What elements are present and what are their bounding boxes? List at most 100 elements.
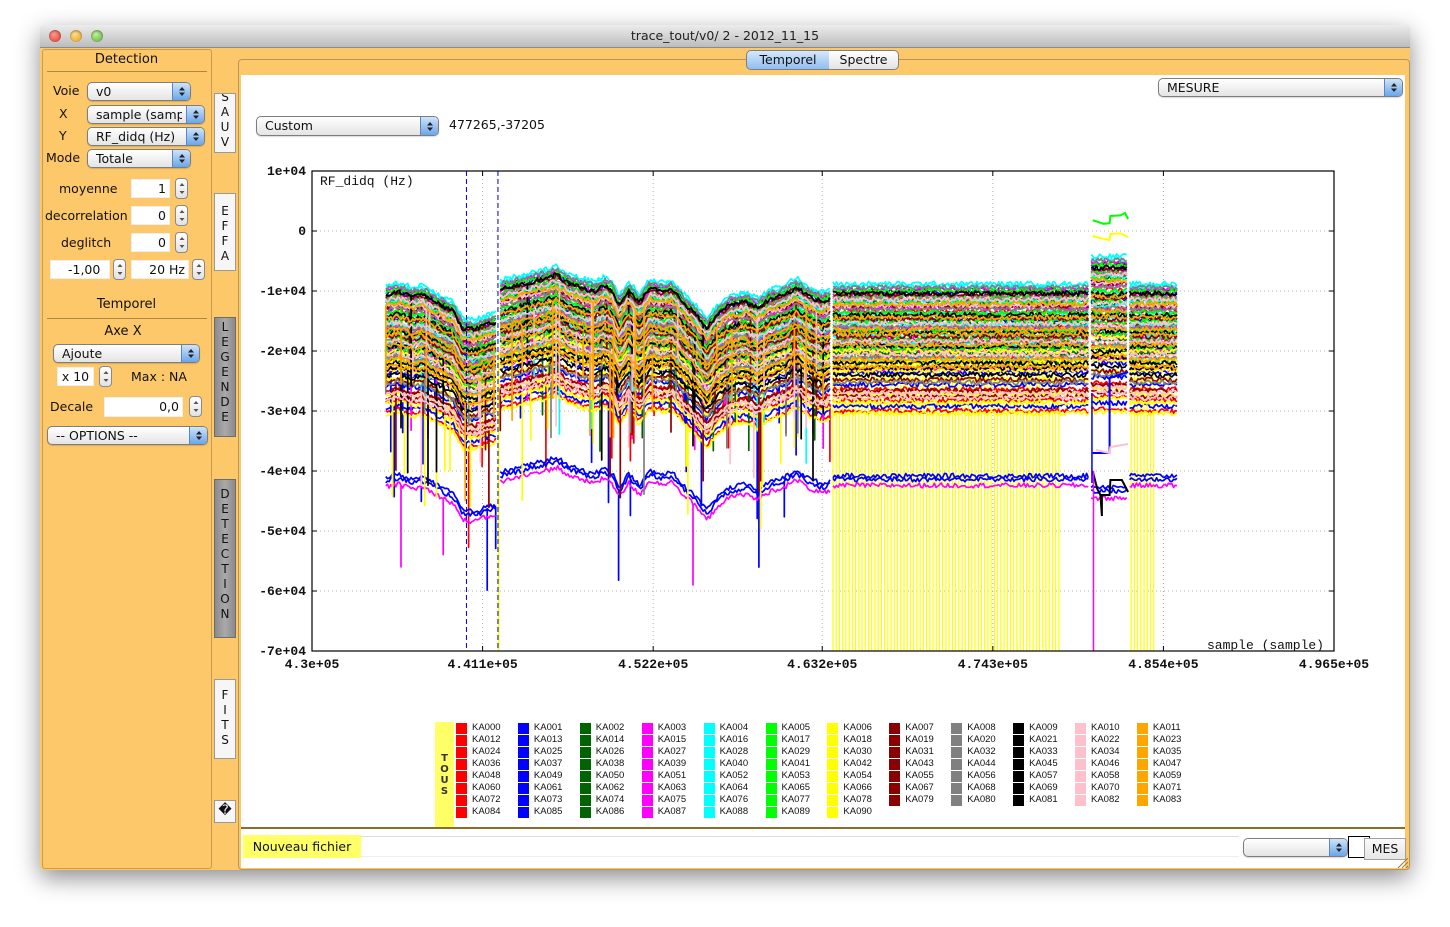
legend-label: KA013 — [533, 734, 563, 745]
legend-label: KA029 — [781, 746, 811, 757]
side-tab-legende[interactable]: LEGENDE — [214, 317, 236, 437]
options-select[interactable]: -- OPTIONS -- — [47, 426, 208, 445]
side-tab-label: FITS — [221, 688, 229, 747]
legend-swatch — [1136, 723, 1148, 734]
legend-swatch — [456, 735, 467, 746]
series-line-ka087 — [1090, 495, 1128, 502]
legend-swatch — [703, 795, 715, 806]
x-axis-select[interactable]: sample (sample) — [87, 105, 205, 124]
legend-swatch — [517, 807, 529, 818]
legend-label: KA007 — [905, 722, 934, 733]
tab-spectre[interactable]: Spectre — [829, 50, 899, 70]
mode-label: Mode — [46, 150, 81, 165]
legend-label: KA015 — [657, 734, 687, 745]
legend-swatch — [951, 735, 963, 746]
legend-label: KA033 — [1029, 746, 1058, 757]
legend-swatch — [579, 723, 591, 734]
decorrelation-stepper[interactable] — [175, 205, 188, 226]
zoom-window-icon[interactable] — [91, 30, 103, 42]
axe-x-title: Axe X — [104, 324, 142, 339]
multiplier-stepper[interactable] — [99, 366, 112, 387]
legend-swatch — [517, 759, 529, 770]
bottom-select[interactable] — [1243, 838, 1348, 857]
legend-label: KA053 — [781, 770, 811, 781]
legend-label: KA038 — [595, 758, 625, 769]
y-tick-label: -5e+04 — [259, 524, 306, 539]
legend-swatch — [641, 723, 653, 734]
y-label: Y — [59, 128, 67, 143]
frequency-stepper[interactable] — [192, 259, 205, 280]
legend-swatch — [765, 735, 777, 746]
deglitch-stepper[interactable] — [175, 232, 188, 253]
legend-swatch — [889, 735, 901, 746]
axe-x-mode-value: Ajoute — [62, 346, 103, 361]
plot-area[interactable]: RF_didq (Hz) sample (sample) 1e+04 0 -1e+0… — [245, 160, 1395, 680]
side-tab-help[interactable]: � — [214, 800, 236, 823]
legend-swatch — [641, 735, 653, 746]
frequency-input[interactable]: 20 Hz — [131, 260, 189, 279]
multiplier-input[interactable]: x 10 — [57, 367, 94, 386]
side-tab-fits[interactable]: FITS — [214, 679, 236, 759]
legend-swatch — [579, 735, 591, 746]
legend-item-ka086[interactable]: KA086 — [579, 806, 640, 819]
series-line-ka085 — [385, 476, 497, 591]
legend-item-ka083[interactable]: KA083 — [1136, 794, 1197, 807]
legend-swatch — [456, 723, 467, 734]
legend-item-ka090[interactable]: KA090 — [827, 806, 887, 819]
axe-x-mode-select[interactable]: Ajoute — [53, 344, 200, 363]
legend-swatch — [1013, 735, 1025, 746]
mode-select[interactable]: Totale — [87, 149, 191, 168]
max-text: Max : NA — [131, 369, 187, 384]
preset-select[interactable]: Custom — [256, 116, 439, 136]
threshold-stepper[interactable] — [113, 259, 126, 280]
legend-select-all[interactable]: TOUS — [435, 722, 454, 828]
legend-swatch — [1075, 771, 1086, 782]
legend-item-ka089[interactable]: KA089 — [765, 806, 826, 819]
tab-temporel[interactable]: Temporel — [746, 50, 830, 70]
legend-item-ka085[interactable]: KA085 — [517, 806, 578, 819]
deglitch-input[interactable]: 0 — [131, 233, 170, 252]
legend-label: KA018 — [843, 734, 872, 745]
legend-item-ka079[interactable]: KA079 — [889, 794, 949, 807]
minimize-window-icon[interactable] — [70, 30, 82, 42]
legend: KA000 KA012 KA024 KA036 KA048 KA060 KA072 KA084… — [456, 722, 1197, 823]
voie-select[interactable]: v0 — [87, 82, 191, 101]
legend-label: KA032 — [967, 746, 996, 757]
mode-select-value: Totale — [96, 151, 133, 166]
legend-label: KA080 — [967, 794, 996, 805]
legend-swatch — [889, 771, 901, 782]
legend-swatch — [641, 771, 653, 782]
side-tab-detection[interactable]: DETECTION — [214, 479, 236, 638]
x-axis-select-value: sample (sample) — [96, 107, 182, 122]
resize-grip-icon[interactable] — [1396, 858, 1408, 868]
legend-swatch — [579, 771, 591, 782]
side-tab-sauv[interactable]: SAUV — [214, 93, 236, 153]
moyenne-input[interactable]: 1 — [131, 179, 170, 198]
legend-swatch — [703, 783, 715, 794]
legend-item-ka082[interactable]: KA082 — [1075, 794, 1135, 807]
legend-item-ka080[interactable]: KA080 — [951, 794, 1011, 807]
filename-input[interactable] — [361, 836, 1239, 857]
decale-stepper[interactable] — [189, 396, 202, 417]
y-tick-label: -4e+04 — [259, 464, 306, 479]
preset-select-value: Custom — [265, 118, 313, 133]
legend-item-ka087[interactable]: KA087 — [641, 806, 702, 819]
legend-item-ka088[interactable]: KA088 — [703, 806, 764, 819]
legend-item-ka081[interactable]: KA081 — [1013, 794, 1073, 807]
moyenne-label: moyenne — [59, 181, 118, 196]
moyenne-stepper[interactable] — [175, 178, 188, 199]
decorrelation-label: decorrelation — [45, 208, 128, 223]
mesure-select[interactable]: MESURE — [1158, 78, 1403, 97]
threshold-input[interactable]: -1,00 — [50, 260, 110, 279]
decorrelation-input[interactable]: 0 — [131, 206, 170, 225]
close-window-icon[interactable] — [49, 30, 61, 42]
legend-item-ka084[interactable]: KA084 — [456, 806, 516, 819]
side-tab-effa[interactable]: EFFA — [214, 193, 236, 271]
special-trace — [1092, 211, 1129, 225]
mes-button[interactable]: MES — [1364, 838, 1406, 860]
decale-input[interactable]: 0,0 — [104, 397, 183, 417]
y-axis-select[interactable]: RF_didq (Hz) — [87, 127, 205, 146]
legend-swatch — [456, 807, 467, 818]
legend-swatch — [1013, 723, 1025, 734]
mesure-select-value: MESURE — [1167, 80, 1220, 95]
